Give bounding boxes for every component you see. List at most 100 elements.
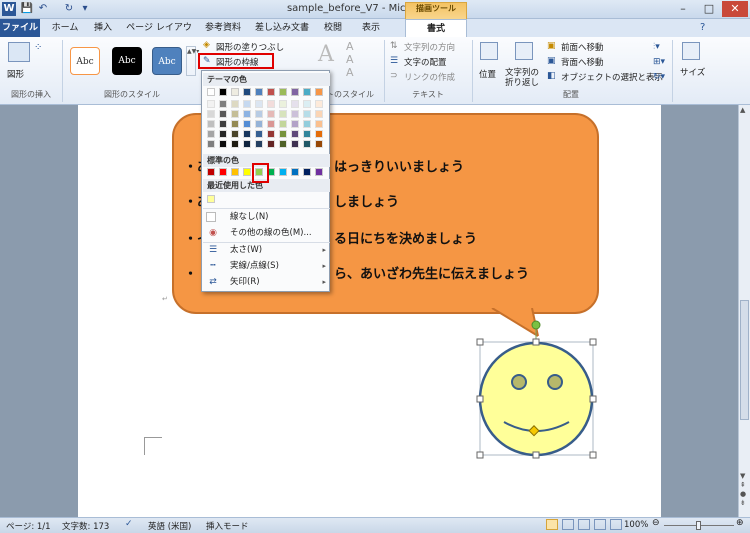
theme-shade-swatch[interactable]	[303, 100, 311, 108]
status-language[interactable]: 英語 (米国)	[148, 520, 191, 532]
tab-format[interactable]: 書式	[405, 19, 467, 37]
theme-shade-swatch[interactable]	[231, 130, 239, 138]
theme-shade-swatch[interactable]	[255, 130, 263, 138]
theme-shade-swatch[interactable]	[291, 140, 299, 148]
theme-shade-swatch[interactable]	[231, 120, 239, 128]
shapes-icon[interactable]	[8, 42, 30, 62]
standard-color-swatch[interactable]	[219, 168, 227, 176]
theme-shade-swatch[interactable]	[243, 100, 251, 108]
theme-shade-swatch[interactable]	[243, 130, 251, 138]
selection-pane-button[interactable]: オブジェクトの選択と表示	[561, 71, 663, 83]
theme-color-swatch[interactable]	[303, 88, 311, 96]
tab-view[interactable]: 表示	[354, 19, 388, 37]
status-insert-mode[interactable]: 挿入モード	[206, 520, 249, 532]
theme-shade-swatch[interactable]	[303, 140, 311, 148]
full-screen-view-icon[interactable]	[562, 519, 574, 530]
help-icon[interactable]: ?	[700, 22, 705, 33]
text-direction-button[interactable]: 文字列の方向	[404, 41, 455, 53]
shape-fill-button[interactable]: 図形の塗りつぶし	[216, 41, 284, 53]
menu-item-weight[interactable]: ☰ 太さ(W) ▸	[203, 243, 330, 258]
theme-shade-swatch[interactable]	[255, 120, 263, 128]
minimize-button[interactable]: –	[670, 1, 696, 17]
bring-forward-button[interactable]: 前面へ移動	[561, 41, 604, 53]
theme-shade-swatch[interactable]	[231, 140, 239, 148]
theme-shade-swatch[interactable]	[303, 120, 311, 128]
align-group-rotate-icons[interactable]: ⫶▾ ⊞▾ ↻▾	[653, 40, 665, 85]
theme-shade-swatch[interactable]	[291, 110, 299, 118]
position-icon[interactable]	[480, 42, 498, 60]
tab-page-layout[interactable]: ページ レイアウト	[122, 19, 196, 51]
theme-color-swatch[interactable]	[279, 88, 287, 96]
theme-shade-swatch[interactable]	[315, 120, 323, 128]
wrap-text-icon[interactable]	[515, 42, 533, 60]
theme-color-swatch[interactable]	[291, 88, 299, 96]
theme-color-swatch[interactable]	[315, 88, 323, 96]
tab-home[interactable]: ホーム	[44, 19, 86, 37]
recent-color-swatch[interactable]	[207, 195, 215, 203]
theme-shade-swatch[interactable]	[243, 120, 251, 128]
theme-shade-swatch[interactable]	[207, 130, 215, 138]
web-layout-view-icon[interactable]	[578, 519, 590, 530]
wrap-text-button[interactable]: 文字列の折り返し	[505, 68, 545, 88]
theme-shade-swatch[interactable]	[255, 100, 263, 108]
theme-shade-swatch[interactable]	[255, 110, 263, 118]
status-page[interactable]: ページ: 1/1	[6, 520, 51, 532]
theme-shade-swatch[interactable]	[279, 130, 287, 138]
size-button[interactable]: サイズ	[680, 66, 705, 78]
theme-shade-swatch[interactable]	[291, 100, 299, 108]
position-button[interactable]: 位置	[479, 68, 496, 80]
outline-view-icon[interactable]	[594, 519, 606, 530]
standard-color-swatch[interactable]	[279, 168, 287, 176]
smiley-face-shape[interactable]	[475, 318, 603, 464]
theme-shade-swatch[interactable]	[303, 130, 311, 138]
theme-shade-swatch[interactable]	[255, 140, 263, 148]
tab-file[interactable]: ファイル	[0, 19, 40, 37]
theme-color-swatch[interactable]	[231, 88, 239, 96]
wordart-quick-style-icon[interactable]: A	[318, 42, 334, 67]
standard-color-swatch[interactable]	[207, 168, 215, 176]
create-link-button[interactable]: リンクの作成	[404, 71, 455, 83]
scroll-nav-icons[interactable]: ▼ ⇞ ● ⇟	[740, 472, 746, 508]
text-align-button[interactable]: 文字の配置	[404, 56, 447, 68]
theme-shade-swatch[interactable]	[231, 100, 239, 108]
standard-color-swatch[interactable]	[243, 168, 251, 176]
theme-color-swatch[interactable]	[255, 88, 263, 96]
menu-item-more-colors[interactable]: ◉ その他の線の色(M)...	[203, 226, 330, 241]
theme-shade-swatch[interactable]	[267, 120, 275, 128]
menu-item-arrows[interactable]: ⇄ 矢印(R) ▸	[203, 275, 330, 290]
theme-shade-swatch[interactable]	[315, 140, 323, 148]
theme-shade-swatch[interactable]	[219, 140, 227, 148]
theme-shade-swatch[interactable]	[219, 120, 227, 128]
size-icon[interactable]	[682, 42, 700, 60]
theme-shade-swatch[interactable]	[267, 100, 275, 108]
theme-shade-swatch[interactable]	[207, 140, 215, 148]
theme-shade-swatch[interactable]	[267, 110, 275, 118]
shape-style-outline-orange[interactable]: Abc	[70, 47, 100, 75]
theme-shade-swatch[interactable]	[279, 140, 287, 148]
theme-shade-swatch[interactable]	[267, 140, 275, 148]
maximize-button[interactable]: □	[696, 1, 722, 17]
theme-color-swatch[interactable]	[267, 88, 275, 96]
theme-shade-swatch[interactable]	[291, 120, 299, 128]
theme-color-swatch[interactable]	[243, 88, 251, 96]
tab-references[interactable]: 参考資料	[198, 19, 248, 37]
theme-shade-swatch[interactable]	[207, 110, 215, 118]
zoom-in-icon[interactable]: ⊕	[736, 518, 744, 528]
theme-shade-swatch[interactable]	[315, 130, 323, 138]
theme-shade-swatch[interactable]	[267, 130, 275, 138]
theme-shade-swatch[interactable]	[243, 110, 251, 118]
scroll-up-icon[interactable]: ▲	[740, 106, 745, 114]
theme-shade-swatch[interactable]	[207, 100, 215, 108]
theme-color-swatch[interactable]	[207, 88, 215, 96]
send-backward-button[interactable]: 背面へ移動	[561, 56, 604, 68]
theme-shade-swatch[interactable]	[207, 120, 215, 128]
standard-color-swatch[interactable]	[291, 168, 299, 176]
print-layout-view-icon[interactable]	[546, 519, 558, 530]
standard-color-swatch[interactable]	[315, 168, 323, 176]
scroll-thumb[interactable]	[740, 300, 749, 420]
tab-review[interactable]: 校閲	[316, 19, 350, 37]
menu-item-dashes[interactable]: ┅ 実線/点線(S) ▸	[203, 259, 330, 274]
menu-item-no-outline[interactable]: 線なし(N)	[203, 210, 330, 225]
close-button[interactable]: ✕	[722, 1, 748, 17]
tab-mailings[interactable]: 差し込み文書	[250, 19, 314, 37]
